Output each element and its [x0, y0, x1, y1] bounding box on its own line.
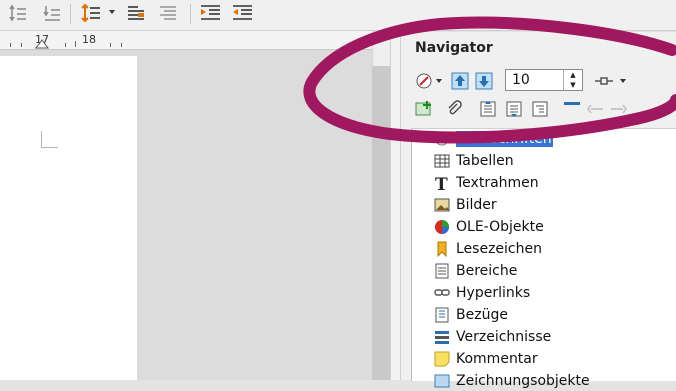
promote-chapter-icon[interactable] — [477, 98, 499, 120]
tree-item-label: Zeichnungsobjekte — [456, 373, 590, 389]
chevron-down-icon[interactable] — [108, 8, 116, 16]
tree-item-label: Textrahmen — [456, 175, 539, 191]
tree-item-ole-objects[interactable]: OLE-Objekte — [434, 217, 544, 237]
outdent-icon[interactable] — [585, 98, 607, 120]
heading-level-spinbox[interactable]: 10 ▲ ▼ — [505, 69, 583, 91]
tree-item-label: Hyperlinks — [456, 285, 531, 301]
tree-item-hyperlinks[interactable]: Hyperlinks — [434, 283, 530, 303]
spinbox-value[interactable]: 10 — [512, 72, 530, 88]
tree-item-label: Lesezeichen — [456, 241, 542, 257]
tree-item-label: Verzeichnisse — [456, 329, 552, 345]
tree-item-headings[interactable]: Überschriften — [434, 129, 553, 149]
ruler-label-18: 18 — [82, 33, 96, 46]
image-icon — [434, 197, 450, 213]
reference-icon — [434, 307, 450, 323]
tree-item-bookmarks[interactable]: Lesezeichen — [434, 239, 542, 259]
formatting-toolbar — [0, 0, 676, 31]
content-view-icon[interactable] — [561, 98, 583, 120]
navigator-panel: Navigator 10 ▲ ▼ Überschriften Tabellen … — [400, 32, 676, 389]
spin-up-icon[interactable]: ▲ — [564, 70, 582, 80]
table-icon — [434, 153, 450, 169]
indent-marker-icon[interactable] — [35, 39, 49, 49]
add-object-icon[interactable] — [413, 98, 435, 120]
navigate-by-icon[interactable] — [413, 70, 435, 92]
tree-item-references[interactable]: Bezüge — [434, 305, 508, 325]
document-page[interactable] — [0, 56, 137, 380]
increase-indent-icon[interactable] — [198, 2, 222, 24]
tree-item-comments[interactable]: Kommentar — [434, 349, 538, 369]
tree-item-label: OLE-Objekte — [456, 219, 544, 235]
index-icon — [434, 329, 450, 345]
tree-item-label: Kommentar — [456, 351, 538, 367]
tree-item-tables[interactable]: Tabellen — [434, 151, 514, 171]
tree-item-label: Bereiche — [456, 263, 518, 279]
navigator-tree[interactable]: Überschriften Tabellen T Textrahmen Bild… — [411, 128, 676, 389]
drawing-object-icon — [434, 373, 450, 389]
hyperlink-icon — [434, 285, 450, 301]
comment-icon — [434, 351, 450, 367]
ole-object-icon — [434, 219, 450, 235]
tree-item-indexes[interactable]: Verzeichnisse — [434, 327, 551, 347]
navigator-toolbar-row2 — [409, 96, 676, 120]
align-right-icon[interactable] — [156, 2, 180, 24]
line-spacing-menu-icon[interactable] — [78, 2, 102, 24]
decrease-indent-icon[interactable] — [230, 2, 254, 24]
indent-icon[interactable] — [607, 98, 629, 120]
panel-divider[interactable] — [390, 32, 400, 380]
demote-chapter-icon[interactable] — [503, 98, 525, 120]
tree-item-text-frames[interactable]: T Textrahmen — [434, 173, 539, 193]
tree-item-label: Bilder — [456, 197, 497, 213]
tree-item-images[interactable]: Bilder — [434, 195, 497, 215]
chevron-down-icon[interactable] — [435, 77, 443, 85]
bookmark-icon — [434, 241, 450, 257]
tree-item-drawing-objects[interactable]: Zeichnungsobjekte — [434, 371, 590, 391]
next-object-icon[interactable] — [473, 70, 495, 92]
paragraph-spacing-below-icon[interactable] — [40, 2, 64, 24]
promote-level-icon[interactable] — [529, 98, 551, 120]
section-icon — [434, 263, 450, 279]
tree-item-label: Tabellen — [456, 153, 514, 169]
text-boundary-mark — [41, 131, 58, 148]
text-frame-icon: T — [434, 175, 450, 191]
headings-icon — [434, 131, 450, 147]
tree-item-label: Bezüge — [456, 307, 508, 323]
spin-down-icon[interactable]: ▼ — [564, 80, 582, 90]
align-left-icon[interactable] — [124, 2, 148, 24]
horizontal-ruler[interactable]: 17 18 — [0, 31, 372, 50]
scrollbar-thumb[interactable] — [372, 66, 390, 380]
previous-object-icon[interactable] — [449, 70, 471, 92]
attachment-icon[interactable] — [443, 98, 465, 120]
tree-item-sections[interactable]: Bereiche — [434, 261, 517, 281]
line-spacing-icon[interactable] — [6, 2, 30, 24]
svg-text:T: T — [435, 175, 448, 191]
chevron-down-icon[interactable] — [619, 77, 627, 85]
navigator-toolbar-row1: 10 ▲ ▼ — [409, 68, 676, 94]
tree-item-label: Überschriften — [456, 131, 553, 147]
drag-mode-icon[interactable] — [593, 70, 615, 92]
navigator-title: Navigator — [415, 40, 493, 56]
